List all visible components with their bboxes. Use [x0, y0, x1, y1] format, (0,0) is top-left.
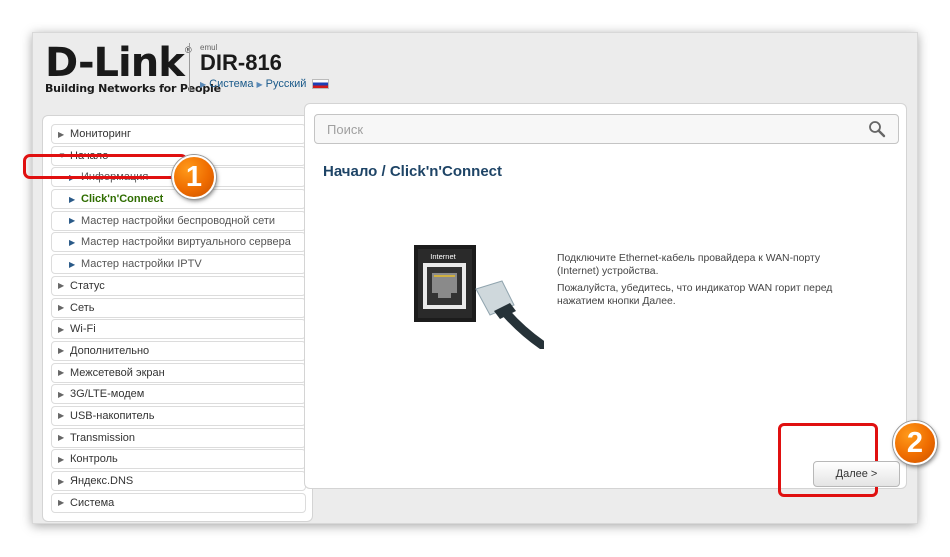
- logo-wordmark: D-Link: [45, 40, 185, 86]
- breadcrumb-arrow-icon: ▶: [200, 79, 207, 89]
- search-icon[interactable]: [868, 120, 886, 138]
- sidebar-item-label: Контроль: [70, 453, 118, 466]
- sidebar-item[interactable]: ▶ Мастер настройки виртуального сервера: [51, 232, 306, 253]
- sidebar-item[interactable]: ▶ Дополнительно: [51, 340, 306, 361]
- chevron-right-icon: ▶: [58, 129, 65, 139]
- step-1-badge: 1: [172, 155, 216, 199]
- chevron-right-icon: ▶: [69, 216, 76, 226]
- sidebar-item[interactable]: ▶ 3G/LTE-модем: [51, 384, 306, 405]
- sidebar-item[interactable]: ▶ Статус: [51, 275, 306, 296]
- instruction-text: Подключите Ethernet-кабель провайдера к …: [557, 253, 847, 313]
- breadcrumb-language-link[interactable]: Русский: [266, 78, 307, 90]
- port-label: Internet: [430, 252, 456, 261]
- instruction-connect: Подключите Ethernet-кабель провайдера к …: [557, 253, 821, 277]
- sidebar-item-label: Transmission: [70, 431, 135, 444]
- chevron-right-icon: ▶: [58, 411, 65, 421]
- chevron-right-icon: ▶: [58, 389, 65, 399]
- sidebar-item[interactable]: ▶ Мониторинг: [51, 124, 306, 144]
- page-title: Начало / Click'n'Connect: [323, 163, 502, 180]
- next-button[interactable]: Далее >: [813, 461, 900, 487]
- chevron-right-icon: ▶: [58, 433, 65, 443]
- sidebar-item-label: Межсетевой экран: [70, 366, 165, 379]
- sidebar-item-label: Мастер настройки виртуального сервера: [81, 236, 291, 249]
- sidebar-item[interactable]: ▶ Transmission: [51, 427, 306, 448]
- sidebar-item-label: Дополнительно: [70, 344, 150, 357]
- chevron-right-icon: ▶: [69, 259, 76, 269]
- sidebar-item-label: 3G/LTE-модем: [70, 388, 145, 401]
- search-input[interactable]: [314, 114, 899, 144]
- sidebar-item-label: Wi-Fi: [70, 323, 96, 336]
- ethernet-port-cable-icon: Internet: [414, 245, 544, 349]
- breadcrumb-system-link[interactable]: Система: [209, 78, 253, 90]
- chevron-right-icon: ▶: [58, 303, 65, 312]
- sidebar-item-label: Мастер настройки IPTV: [81, 258, 202, 271]
- sidebar-item[interactable]: ▶ Wi-Fi: [51, 319, 306, 340]
- breadcrumb: ▶ Система ▶ Русский: [200, 78, 330, 90]
- sidebar-item-label: USB-накопитель: [70, 409, 155, 422]
- chevron-right-icon: ▶: [69, 237, 76, 247]
- chevron-right-icon: ▶: [58, 454, 65, 464]
- chevron-right-icon: ▶: [69, 194, 76, 204]
- sidebar-item[interactable]: ▶ Мастер настройки беспроводной сети: [51, 210, 306, 231]
- sidebar-item-label: Сеть: [70, 301, 95, 314]
- chevron-right-icon: ▶: [58, 346, 65, 356]
- logo-tagline: Building Networks for People: [45, 82, 221, 95]
- sidebar-item[interactable]: ▶ Контроль: [51, 449, 306, 470]
- header-divider: [189, 43, 190, 91]
- breadcrumb-arrow-icon: ▶: [256, 79, 263, 89]
- model-block: emul DIR-816 ▶ Система ▶ Русский: [200, 43, 330, 90]
- chevron-right-icon: ▶: [58, 368, 65, 378]
- sidebar-item-label: Click'n'Connect: [81, 193, 164, 206]
- sidebar-item-label: Мастер настройки беспроводной сети: [81, 214, 276, 227]
- instruction-check-wan: Пожалуйста, убедитесь, что индикатор WAN…: [557, 283, 833, 307]
- step-2-badge: 2: [893, 421, 937, 465]
- chevron-right-icon: ▶: [58, 498, 65, 508]
- sidebar-item[interactable]: ▶ Сеть: [51, 297, 306, 318]
- sidebar-item-label: Мониторинг: [70, 128, 132, 140]
- sidebar-item[interactable]: ▶ Мастер настройки IPTV: [51, 254, 306, 275]
- chevron-right-icon: ▶: [58, 281, 65, 291]
- sidebar-item-label: Яндекс.DNS: [70, 475, 134, 487]
- chevron-right-icon: ▶: [58, 324, 65, 334]
- highlight-clickn-connect: [23, 154, 188, 179]
- sidebar-item-label: Система: [70, 496, 115, 509]
- russian-flag-icon[interactable]: [312, 79, 330, 89]
- sidebar-item-label: Статус: [70, 279, 105, 292]
- sidebar-item[interactable]: ▶ Межсетевой экран: [51, 362, 306, 383]
- sidebar-item[interactable]: ▶ Система: [51, 492, 306, 513]
- model-name: DIR-816: [200, 50, 282, 75]
- sidebar-item[interactable]: ▶ Яндекс.DNS: [51, 471, 306, 491]
- dlink-logo: D-Link ® Building Networks for People: [45, 41, 221, 95]
- sidebar-item[interactable]: ▶ USB-накопитель: [51, 405, 306, 426]
- chevron-right-icon: ▶: [58, 476, 65, 486]
